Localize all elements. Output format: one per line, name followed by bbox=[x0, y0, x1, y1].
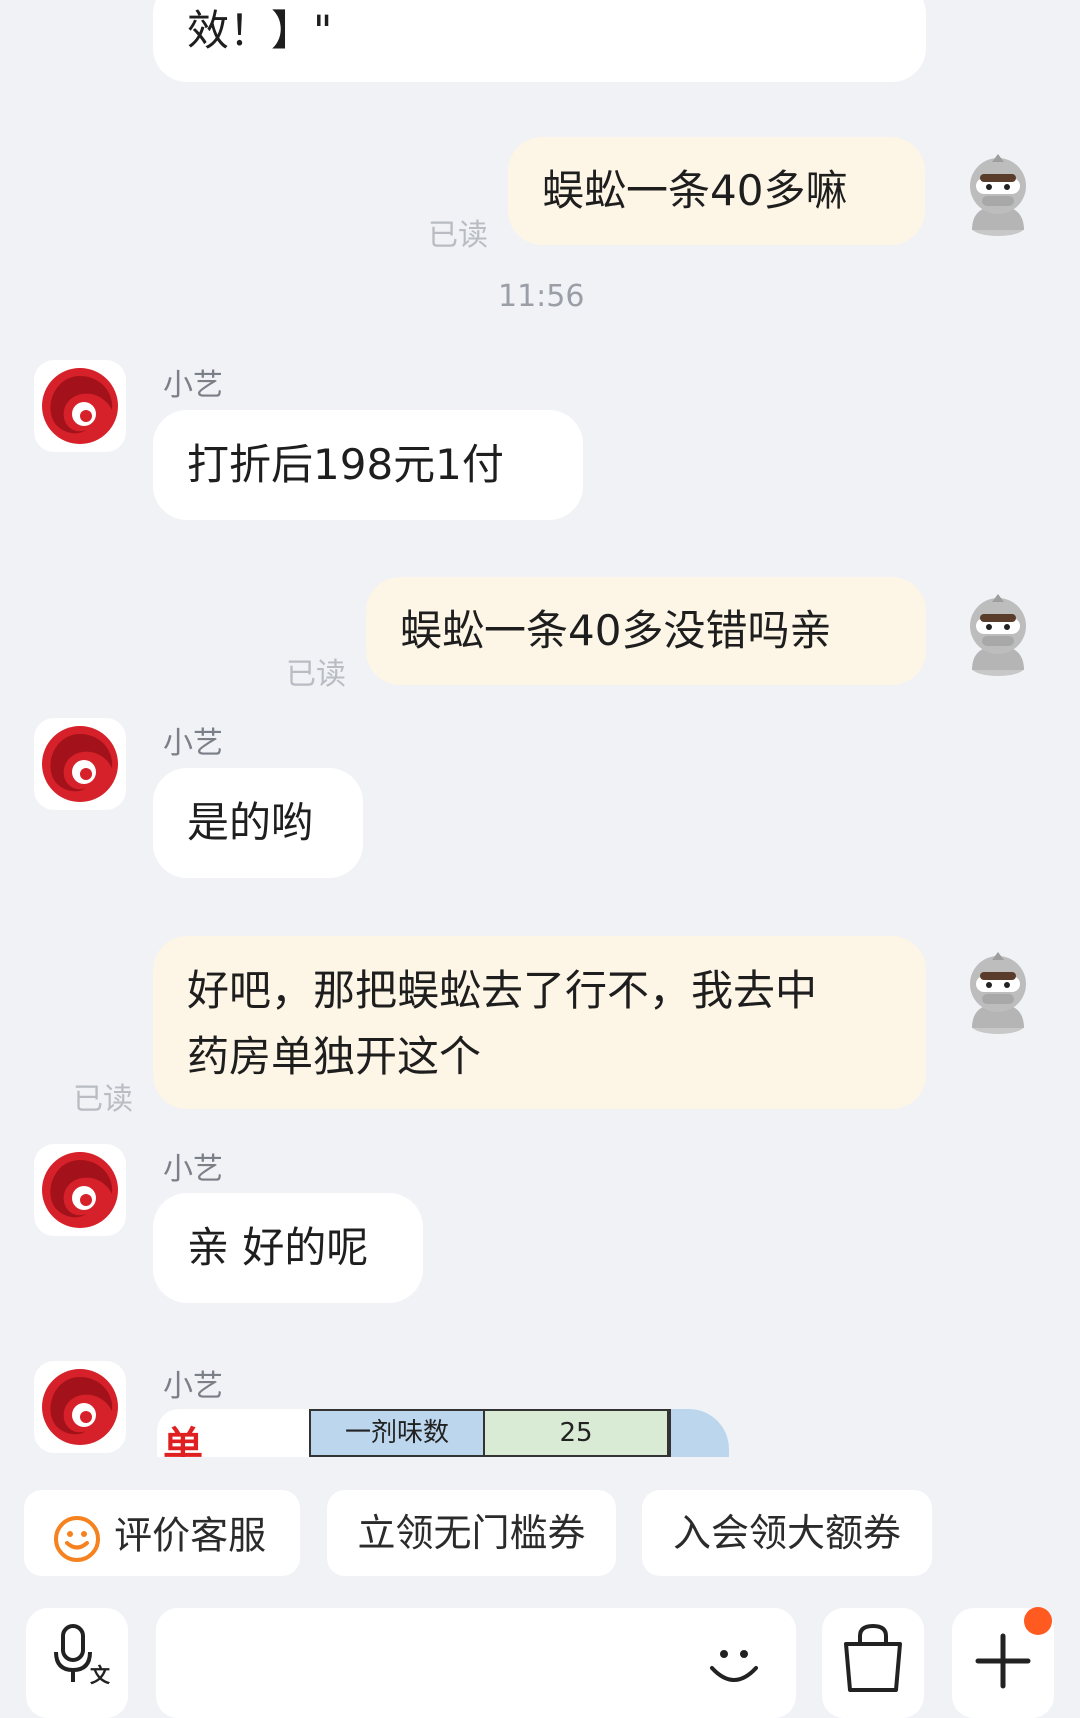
message-text: 亲 好的呢 bbox=[187, 1223, 369, 1272]
bot-logo-icon[interactable] bbox=[34, 1144, 126, 1236]
read-receipt: 已读 bbox=[73, 1082, 133, 1117]
emoji-icon[interactable] bbox=[704, 1636, 764, 1696]
message-text: 效！】" bbox=[187, 6, 333, 55]
incoming-message-bubble: 打折后198元1付 bbox=[153, 410, 583, 520]
table-label-cell: 一剂味数 bbox=[309, 1409, 485, 1457]
read-receipt: 已读 bbox=[286, 657, 346, 692]
user-avatar-icon[interactable] bbox=[958, 590, 1038, 676]
bot-logo-icon[interactable] bbox=[34, 1361, 126, 1453]
outgoing-message-bubble: 好吧，那把蜈蚣去了行不，我去中 药房单独开这个 bbox=[153, 936, 926, 1109]
bot-logo-icon[interactable] bbox=[34, 360, 126, 452]
table-extra-cell bbox=[669, 1409, 729, 1457]
user-avatar-icon[interactable] bbox=[958, 948, 1038, 1034]
voice-input-button[interactable]: 文 bbox=[26, 1608, 128, 1718]
outgoing-message-bubble: 蜈蚣一条40多没错吗亲 bbox=[366, 577, 926, 685]
sender-name: 小艺 bbox=[163, 1369, 223, 1404]
user-avatar-icon[interactable] bbox=[958, 150, 1038, 236]
table-label: 一剂味数 bbox=[344, 1418, 449, 1448]
svg-text:文: 文 bbox=[90, 1663, 111, 1687]
sender-name: 小艺 bbox=[163, 368, 223, 403]
table-value: 25 bbox=[559, 1418, 593, 1448]
prescription-image-partial[interactable]: 单 一剂味数 25 bbox=[157, 1409, 729, 1457]
sender-name: 小艺 bbox=[163, 726, 223, 761]
message-text: 打折后198元1付 bbox=[187, 440, 504, 489]
partial-red-char: 单 bbox=[163, 1424, 203, 1457]
voice-input-icon: 文 bbox=[54, 1624, 111, 1687]
bot-logo-icon[interactable] bbox=[34, 718, 126, 810]
sender-name: 小艺 bbox=[163, 1152, 223, 1187]
read-receipt: 已读 bbox=[428, 218, 488, 253]
message-text-line: 好吧，那把蜈蚣去了行不，我去中 bbox=[187, 966, 818, 1015]
message-text: 蜈蚣一条40多嘛 bbox=[542, 166, 848, 215]
claim-coupon-label: 立领无门槛券 bbox=[357, 1511, 586, 1555]
join-membership-label: 入会领大额券 bbox=[672, 1511, 901, 1555]
outgoing-message-bubble: 蜈蚣一条40多嘛 bbox=[508, 137, 925, 245]
shopping-bag-button[interactable] bbox=[822, 1608, 924, 1718]
timestamp: 11:56 bbox=[498, 279, 585, 314]
message-bubble-partial: 效！】" bbox=[153, 0, 926, 82]
rate-service-button[interactable]: 评价客服 bbox=[24, 1490, 300, 1576]
notification-dot bbox=[1024, 1607, 1052, 1635]
incoming-message-bubble: 是的哟 bbox=[153, 768, 363, 878]
rate-service-label: 评价客服 bbox=[114, 1513, 267, 1558]
claim-coupon-button[interactable]: 立领无门槛券 bbox=[327, 1490, 616, 1576]
message-text: 是的哟 bbox=[187, 798, 314, 847]
message-text: 蜈蚣一条40多没错吗亲 bbox=[400, 606, 832, 655]
message-input[interactable] bbox=[156, 1608, 796, 1718]
smile-icon bbox=[52, 1508, 102, 1562]
incoming-message-bubble: 亲 好的呢 bbox=[153, 1193, 423, 1303]
message-text-line: 药房单独开这个 bbox=[187, 1032, 482, 1081]
join-membership-button[interactable]: 入会领大额券 bbox=[642, 1490, 932, 1576]
table-value-cell: 25 bbox=[485, 1409, 669, 1457]
shopping-bag-icon bbox=[844, 1623, 902, 1692]
